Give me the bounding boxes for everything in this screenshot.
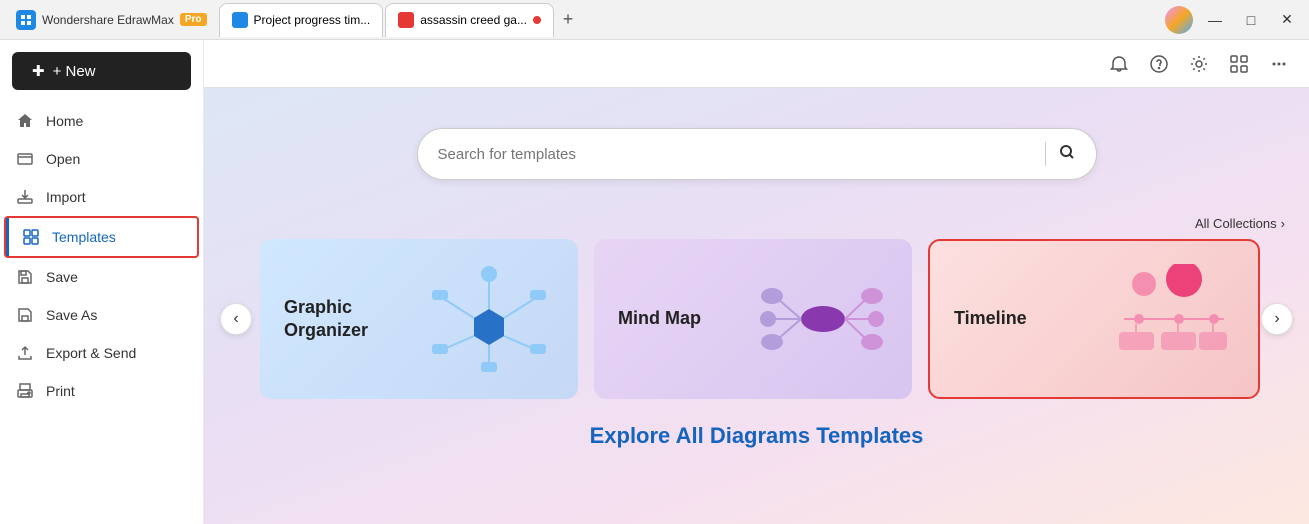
new-label: + New xyxy=(53,63,96,80)
card-timeline-visual xyxy=(1094,264,1234,374)
all-collections-label: All Collections xyxy=(1195,216,1277,231)
user-avatar[interactable] xyxy=(1165,6,1193,34)
print-label: Print xyxy=(46,383,75,399)
sidebar-item-save[interactable]: Save xyxy=(0,258,203,296)
minimize-button[interactable]: — xyxy=(1201,6,1229,34)
home-label: Home xyxy=(46,113,83,129)
sidebar-item-print[interactable]: Print xyxy=(0,372,203,410)
search-bar xyxy=(417,128,1097,180)
prev-arrow[interactable]: ‹ xyxy=(220,303,252,335)
app-container: ✚ + New Home Open Import Templates xyxy=(0,40,1309,524)
tab-dirty-indicator xyxy=(533,16,541,24)
card-graphic-organizer[interactable]: Graphic Organizer xyxy=(260,239,578,399)
tab-assassin-icon xyxy=(398,12,414,28)
main-toolbar xyxy=(204,40,1309,88)
search-divider xyxy=(1045,142,1046,166)
card-mind-map[interactable]: Mind Map xyxy=(594,239,912,399)
sidebar-item-save-as[interactable]: Save As xyxy=(0,296,203,334)
save-label: Save xyxy=(46,269,78,285)
help-icon[interactable] xyxy=(1145,50,1173,78)
settings-icon[interactable] xyxy=(1185,50,1213,78)
close-button[interactable]: ✕ xyxy=(1273,6,1301,34)
import-label: Import xyxy=(46,189,86,205)
search-input[interactable] xyxy=(438,146,1033,163)
new-icon: ✚ xyxy=(32,62,45,80)
next-arrow[interactable]: › xyxy=(1261,303,1293,335)
sidebar-item-export[interactable]: Export & Send xyxy=(0,334,203,372)
grid-icon[interactable] xyxy=(1225,50,1253,78)
tab-assassin[interactable]: assassin creed ga... xyxy=(385,3,554,37)
templates-label: Templates xyxy=(52,229,116,245)
open-label: Open xyxy=(46,151,80,167)
bell-icon[interactable] xyxy=(1105,50,1133,78)
search-button[interactable] xyxy=(1058,143,1076,166)
explore-section: Explore All Diagrams Templates xyxy=(204,399,1309,459)
pro-badge: Pro xyxy=(180,13,207,26)
new-button[interactable]: ✚ + New xyxy=(12,52,191,90)
tab-assassin-label: assassin creed ga... xyxy=(420,13,527,27)
sidebar-item-templates[interactable]: Templates xyxy=(4,216,199,258)
home-icon xyxy=(16,112,34,130)
app-icon xyxy=(16,10,36,30)
save-as-label: Save As xyxy=(46,307,97,323)
sidebar-item-open[interactable]: Open xyxy=(0,140,203,178)
app-title: Wondershare EdrawMax Pro xyxy=(8,10,215,30)
add-tab-button[interactable]: + xyxy=(554,6,582,34)
save-icon xyxy=(16,268,34,286)
card-mind-map-label: Mind Map xyxy=(618,307,738,330)
cards-row: ‹ Graphic Organizer xyxy=(204,239,1309,399)
main-content: All Collections › ‹ Graphic Organizer xyxy=(204,40,1309,524)
all-collections-row: All Collections › xyxy=(204,200,1309,239)
explore-highlight: All Diagrams Templates xyxy=(676,423,924,448)
app-name-label: Wondershare EdrawMax xyxy=(42,13,174,27)
card-graphic-organizer-label: Graphic Organizer xyxy=(284,296,404,343)
sidebar: ✚ + New Home Open Import Templates xyxy=(0,40,204,524)
card-timeline[interactable]: Timeline xyxy=(928,239,1260,399)
sidebar-item-import[interactable]: Import xyxy=(0,178,203,216)
titlebar-right: — □ ✕ xyxy=(1165,6,1301,34)
tab-project-icon xyxy=(232,12,248,28)
save-as-icon xyxy=(16,306,34,324)
more-icon[interactable] xyxy=(1265,50,1293,78)
hero-section xyxy=(204,88,1309,200)
open-icon xyxy=(16,150,34,168)
sidebar-item-home[interactable]: Home xyxy=(0,102,203,140)
cards-container: Graphic Organizer xyxy=(252,239,1261,399)
all-collections-link[interactable]: All Collections › xyxy=(1195,216,1285,231)
export-icon xyxy=(16,344,34,362)
export-label: Export & Send xyxy=(46,345,136,361)
print-icon xyxy=(16,382,34,400)
card-graphic-organizer-visual xyxy=(424,264,554,374)
tab-project[interactable]: Project progress tim... xyxy=(219,3,384,37)
maximize-button[interactable]: □ xyxy=(1237,6,1265,34)
titlebar: Wondershare EdrawMax Pro Project progres… xyxy=(0,0,1309,40)
card-mind-map-visual xyxy=(758,264,888,374)
explore-text: Explore xyxy=(590,423,676,448)
card-timeline-label: Timeline xyxy=(954,307,1074,330)
import-icon xyxy=(16,188,34,206)
all-collections-arrow: › xyxy=(1281,216,1285,231)
templates-icon xyxy=(22,228,40,246)
tab-project-label: Project progress tim... xyxy=(254,13,371,27)
